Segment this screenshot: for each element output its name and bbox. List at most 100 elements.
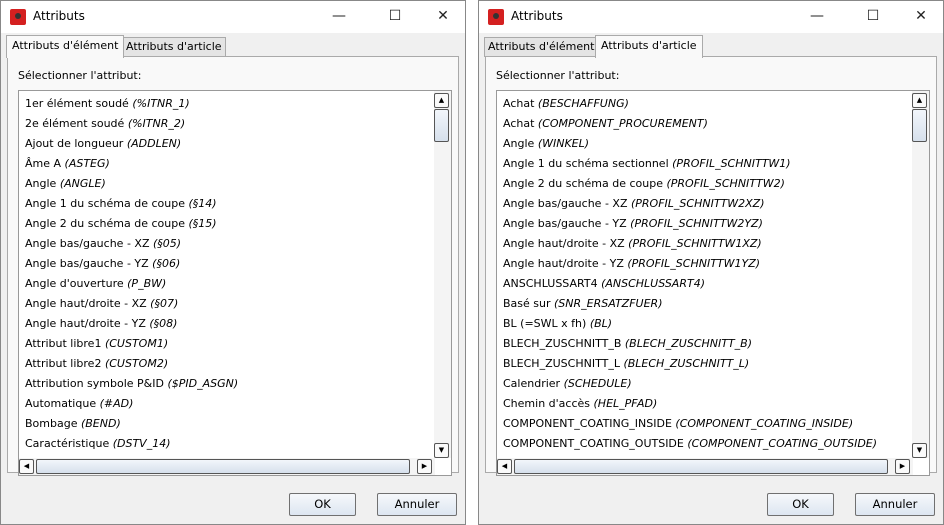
list-item[interactable]: 1er élément soudé (%ITNR_1) [25, 94, 238, 114]
scroll-left-button[interactable]: ◀ [497, 459, 512, 474]
attribute-code: (WINKEL) [537, 137, 590, 150]
attribute-code: (SCHEDULE) [563, 377, 632, 390]
scroll-down-button[interactable]: ▼ [434, 443, 449, 458]
app-icon [10, 9, 26, 25]
attribute-code: (§07) [150, 297, 179, 310]
list-item[interactable]: Angle bas/gauche - YZ (§06) [25, 254, 238, 274]
tab-article-attributes[interactable]: Attributs d'article [122, 37, 226, 57]
attribute-name: COMPONENT_COATING_OUTSIDE [503, 437, 684, 450]
attribute-code: (COMPONENT_COATING_OUTSIDE) [687, 437, 878, 450]
attribute-name: BL (=SWL x fh) [503, 317, 587, 330]
ok-button[interactable]: OK [767, 493, 834, 516]
list-item[interactable]: Ajout de longueur (ADDLEN) [25, 134, 238, 154]
list-item[interactable]: Angle bas/gauche - YZ (PROFIL_SCHNITTW2Y… [503, 214, 877, 234]
horizontal-scrollbar[interactable]: ◀ ▶ [19, 458, 435, 475]
scroll-up-button[interactable]: ▲ [912, 93, 927, 108]
attribute-code: (PROFIL_SCHNITTW1) [672, 157, 791, 170]
attribute-name: Angle [503, 137, 535, 150]
attribute-list[interactable]: 1er élément soudé (%ITNR_1) 2e élément so… [18, 90, 452, 476]
vertical-scrollbar[interactable]: ▲ ▼ [912, 91, 929, 458]
attribute-code: (PROFIL_SCHNITTW2YZ) [630, 217, 763, 230]
list-item[interactable]: Attribut libre2 (CUSTOM2) [25, 354, 238, 374]
cancel-button[interactable]: Annuler [377, 493, 457, 516]
attribute-code: (§06) [152, 257, 181, 270]
list-item[interactable]: Angle haut/droite - YZ (PROFIL_SCHNITTW1… [503, 254, 877, 274]
maximize-button[interactable]: ☐ [859, 5, 887, 27]
list-item[interactable]: ANSCHLUSSART4 (ANSCHLUSSART4) [503, 274, 877, 294]
list-item[interactable]: Chemin d'accès (HEL_PFAD) [503, 394, 877, 414]
attribute-name: Automatique [25, 397, 97, 410]
vertical-scrollbar[interactable]: ▲ ▼ [434, 91, 451, 458]
list-item[interactable]: Angle (WINKEL) [503, 134, 877, 154]
list-item[interactable]: Angle 1 du schéma sectionnel (PROFIL_SCH… [503, 154, 877, 174]
horizontal-scroll-thumb[interactable] [36, 459, 410, 474]
attribute-name: BLECH_ZUSCHNITT_B [503, 337, 622, 350]
list-item[interactable]: Angle haut/droite - YZ (§08) [25, 314, 238, 334]
list-item[interactable]: 2e élément soudé (%ITNR_2) [25, 114, 238, 134]
close-button[interactable]: ✕ [907, 5, 935, 27]
list-item[interactable]: COMPONENT_COATING_OUTSIDE (COMPONENT_COA… [503, 434, 877, 454]
attribute-name: Angle d'ouverture [25, 277, 124, 290]
list-item[interactable]: Caractéristique (DSTV_14) [25, 434, 238, 454]
scroll-left-button[interactable]: ◀ [19, 459, 34, 474]
list-item[interactable]: BLECH_ZUSCHNITT_L (BLECH_ZUSCHNITT_L) [503, 354, 877, 374]
cancel-button[interactable]: Annuler [855, 493, 935, 516]
scroll-up-button[interactable]: ▲ [434, 93, 449, 108]
ok-button[interactable]: OK [289, 493, 356, 516]
list-item[interactable]: Angle bas/gauche - XZ (PROFIL_SCHNITTW2X… [503, 194, 877, 214]
tab-article-attributes[interactable]: Attributs d'article [595, 35, 703, 58]
list-item[interactable]: Calendrier (SCHEDULE) [503, 374, 877, 394]
list-item[interactable]: Angle bas/gauche - XZ (§05) [25, 234, 238, 254]
attribute-code: (%ITNR_1) [132, 97, 190, 110]
scroll-thumb[interactable] [434, 109, 449, 142]
list-item[interactable]: Achat (COMPONENT_PROCUREMENT) [503, 114, 877, 134]
attribute-code: (ASTEG) [64, 157, 110, 170]
attribute-name: COMPONENT_COATING_INSIDE [503, 417, 672, 430]
attribute-code: (§15) [188, 217, 217, 230]
list-item[interactable]: Angle 2 du schéma de coupe (PROFIL_SCHNI… [503, 174, 877, 194]
list-item[interactable]: Basé sur (SNR_ERSATZFUER) [503, 294, 877, 314]
attribute-name: Attribut libre1 [25, 337, 102, 350]
list-item[interactable]: Âme A (ASTEG) [25, 154, 238, 174]
attribute-name: Bombage [25, 417, 78, 430]
attribute-name: Angle [25, 177, 57, 190]
list-item[interactable]: BL (=SWL x fh) (BL) [503, 314, 877, 334]
list-item[interactable]: COMPONENT_COATING_INSIDE (COMPONENT_COAT… [503, 414, 877, 434]
attribute-name: Ajout de longueur [25, 137, 124, 150]
list-item[interactable]: Angle haut/droite - XZ (§07) [25, 294, 238, 314]
scroll-right-button[interactable]: ▶ [417, 459, 432, 474]
horizontal-scroll-thumb[interactable] [514, 459, 888, 474]
close-button[interactable]: ✕ [429, 5, 457, 27]
attribute-code: (§14) [188, 197, 217, 210]
attribute-name: Attribution symbole P&ID [25, 377, 164, 390]
minimize-button[interactable]: — [803, 5, 831, 27]
list-item[interactable]: Automatique (#AD) [25, 394, 238, 414]
list-item[interactable]: Attribut libre1 (CUSTOM1) [25, 334, 238, 354]
scroll-thumb[interactable] [912, 109, 927, 142]
attribute-name: Angle haut/droite - XZ [25, 297, 147, 310]
scroll-right-button[interactable]: ▶ [895, 459, 910, 474]
list-item[interactable]: Bombage (BEND) [25, 414, 238, 434]
window-title: Attributs [33, 9, 85, 23]
attribute-code: (HEL_PFAD) [593, 397, 658, 410]
tab-element-attributes[interactable]: Attributs d'élément [484, 37, 599, 57]
horizontal-scrollbar[interactable]: ◀ ▶ [497, 458, 913, 475]
attribute-code: (DSTV_14) [112, 437, 171, 450]
minimize-button[interactable]: — [325, 5, 353, 27]
attribute-list[interactable]: Achat (BESCHAFFUNG) Achat (COMPONENT_PROC… [496, 90, 930, 476]
list-item[interactable]: Angle haut/droite - XZ (PROFIL_SCHNITTW1… [503, 234, 877, 254]
attribute-code: (PROFIL_SCHNITTW1XZ) [628, 237, 762, 250]
scroll-down-button[interactable]: ▼ [912, 443, 927, 458]
attribute-name: Angle haut/droite - YZ [503, 257, 624, 270]
tab-panel: Sélectionner l'attribut: Achat (BESCHAFF… [485, 56, 937, 476]
list-item[interactable]: Angle 1 du schéma de coupe (§14) [25, 194, 238, 214]
list-item[interactable]: Achat (BESCHAFFUNG) [503, 94, 877, 114]
tab-element-attributes[interactable]: Attributs d'élément [6, 35, 125, 58]
list-item[interactable]: Angle 2 du schéma de coupe (§15) [25, 214, 238, 234]
list-item[interactable]: BLECH_ZUSCHNITT_B (BLECH_ZUSCHNITT_B) [503, 334, 877, 354]
list-item[interactable]: Angle (ANGLE) [25, 174, 238, 194]
list-item[interactable]: Angle d'ouverture (P_BW) [25, 274, 238, 294]
list-item[interactable]: Attribution symbole P&ID ($PID_ASGN) [25, 374, 238, 394]
maximize-button[interactable]: ☐ [381, 5, 409, 27]
attribute-name: Attribut libre2 [25, 357, 102, 370]
